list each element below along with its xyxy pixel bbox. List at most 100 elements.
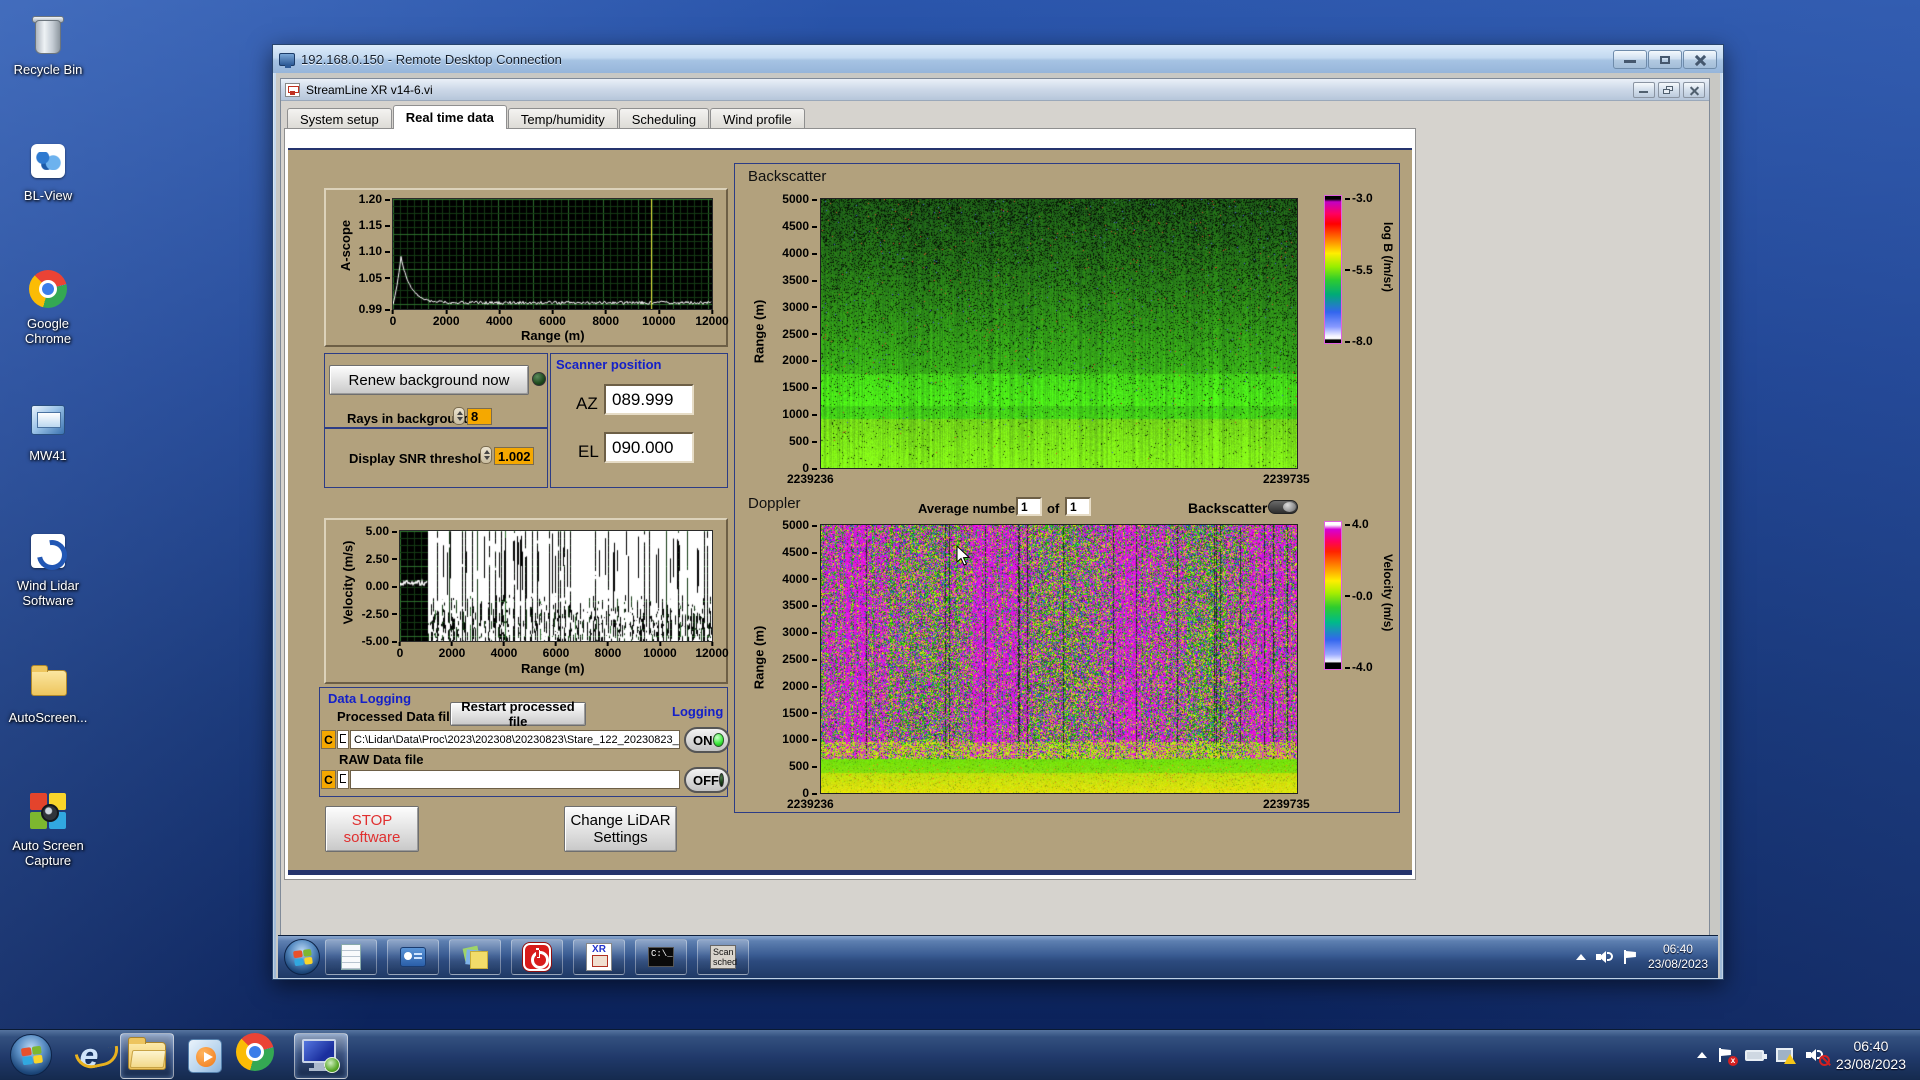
el-field[interactable]: 090.000 [604,432,694,463]
streamline-window-title: StreamLine XR v14-6.vi [306,82,433,97]
axis-tick: 10000 [642,314,676,328]
doppler-yticks: 5000 4500 4000 3500 3000 2500 2000 1500 1000 500 0 [773,518,817,800]
change-lidar-settings-button[interactable]: Change LiDAR Settings [564,806,677,852]
taskbar-internet-explorer-button[interactable]: e [62,1033,116,1079]
processed-path-field[interactable]: C:\Lidar\Data\Proc\2023\202308\20230823\… [350,730,680,749]
backscatter-x-start: 2239236 [787,472,834,486]
snr-value[interactable]: 1.002 [494,447,534,465]
raw-logging-off-button[interactable]: OFF [684,767,730,793]
remote-clock[interactable]: 06:40 23/08/2023 [1648,942,1708,972]
tab-system-setup[interactable]: System setup [287,108,392,129]
raw-drive-box[interactable]: C [321,770,336,789]
desktop-icon-google-chrome[interactable]: Google Chrome [4,266,92,346]
doppler-colorbar [1324,521,1342,670]
az-field[interactable]: 089.999 [604,384,694,415]
taskbar-stop-button[interactable] [511,939,563,975]
taskbar-xr-app-button[interactable]: XR [573,939,625,975]
taskbar-sticky-notes-button[interactable] [449,939,501,975]
chrome-taskbar-icon [236,1033,281,1074]
host-show-hidden-icons-arrow[interactable] [1696,1052,1707,1058]
desktop-icon-auto-screen-capture[interactable]: Auto Screen Capture [4,788,92,868]
streamline-titlebar[interactable]: StreamLine XR v14-6.vi [281,79,1709,101]
remote-session: StreamLine XR v14-6.vi System setup Real… [276,73,1720,978]
network-status-icon[interactable] [1775,1048,1796,1064]
tab-temp-humidity[interactable]: Temp/humidity [507,108,618,129]
tab-real-time-data[interactable]: Real time data [392,105,507,129]
axis-tick: 5000 [782,192,817,206]
rdp-titlebar[interactable]: 192.168.0.150 - Remote Desktop Connectio… [273,45,1723,73]
axis-tick: 1.20 [359,192,390,206]
rdp-window: 192.168.0.150 - Remote Desktop Connectio… [272,44,1724,980]
desktop-icon-mw41[interactable]: MW41 [4,398,92,463]
taskbar-cmd-button[interactable]: C:\_ [635,939,687,975]
action-center-flag-icon[interactable] [1623,950,1638,964]
desktop-icon-autoscreen[interactable]: AutoScreen... [4,660,92,725]
axis-tick: 1500 [782,380,817,394]
axis-tick: 0 [389,314,397,328]
renew-background-led [532,372,546,386]
host-clock[interactable]: 06:40 23/08/2023 [1836,1037,1906,1073]
streamline-window: StreamLine XR v14-6.vi System setup Real… [280,78,1710,937]
remote-tray: 06:40 23/08/2023 [1575,942,1718,972]
desktop-icon-wind-lidar[interactable]: Wind Lidar Software [4,528,92,608]
axis-tick: 8000 [594,646,622,660]
tab-strip: System setup Real time data Temp/humidit… [287,105,806,129]
close-button[interactable] [1683,49,1717,69]
background-group: Renew background now Rays in background … [324,353,548,428]
average-total-field[interactable]: 1 [1065,497,1091,516]
remote-start-button[interactable] [284,939,320,975]
inner-minimize-button[interactable] [1633,81,1655,98]
show-hidden-icons-arrow[interactable] [1575,954,1586,960]
start-button[interactable] [10,1034,52,1076]
host-volume-muted-icon[interactable] [1805,1048,1830,1066]
axis-tick: 4000 [485,314,513,328]
desktop-icon-recycle-bin[interactable]: Recycle Bin [4,12,92,77]
taskbar-notepad-button[interactable] [325,939,377,975]
backscatter-x-end: 2239735 [1263,472,1310,486]
taskbar-system-settings-button[interactable] [387,939,439,975]
rays-value[interactable]: 8 [467,408,492,425]
axis-tick: 2500 [782,327,817,341]
restart-processed-file-button[interactable]: Restart processed file [450,699,586,729]
doppler-heatmap[interactable] [820,524,1298,794]
volume-icon[interactable] [1595,950,1614,964]
desktop-icon-bl-view[interactable]: BL-View [4,138,92,203]
on-label: ON [693,732,713,748]
stop-software-button[interactable]: STOP software [325,806,419,852]
velocity-yticks: 5.00 2.50 0.00 -2.50 -5.00 [336,524,397,648]
snr-spinner[interactable] [480,446,492,464]
processed-browse-icon[interactable] [337,730,349,749]
minimize-button[interactable] [1613,49,1647,69]
axis-tick: 4500 [782,219,817,233]
ascope-chart-frame: A-scope 1.20 1.15 1.10 1.05 0.99 0 2000 4000 60… [324,188,729,347]
backscatter-title: Backscatter [748,168,827,185]
processed-logging-on-button[interactable]: ON [684,727,730,753]
processed-data-file-label: Processed Data file [337,709,457,724]
inner-restore-button[interactable] [1658,81,1680,98]
rays-spinner[interactable] [453,407,465,425]
maximize-button[interactable] [1648,49,1682,69]
average-number-field[interactable]: 1 [1016,497,1042,516]
backscatter-heatmap[interactable] [820,198,1298,469]
taskbar-scan-sched-button[interactable]: Scan sched [697,939,749,975]
taskbar-remote-desktop-button[interactable] [294,1033,348,1079]
raw-path-field[interactable] [350,770,680,789]
velocity-plot[interactable] [399,530,713,642]
taskbar-chrome-button[interactable] [236,1033,290,1079]
host-date: 23/08/2023 [1835,1056,1906,1072]
inner-close-button[interactable] [1683,81,1705,98]
processed-drive-box[interactable]: C [321,730,336,749]
backscatter-toggle[interactable] [1268,500,1298,514]
taskbar-media-player-button[interactable] [178,1033,232,1079]
taskbar-windows-explorer-button[interactable] [120,1033,174,1079]
host-action-center-flag-icon[interactable]: x [1718,1048,1738,1066]
remote-taskbar: XR C:\_ Scan sched 06:40 23/08/2023 [278,935,1718,978]
tab-wind-profile[interactable]: Wind profile [710,108,805,129]
off-label: OFF [693,772,719,788]
tab-scheduling[interactable]: Scheduling [618,108,710,129]
renew-background-button[interactable]: Renew background now [329,365,529,395]
axis-tick: 1.10 [359,244,390,258]
ascope-plot[interactable] [392,198,713,310]
battery-icon[interactable] [1744,1049,1767,1061]
raw-browse-icon[interactable] [337,770,349,789]
